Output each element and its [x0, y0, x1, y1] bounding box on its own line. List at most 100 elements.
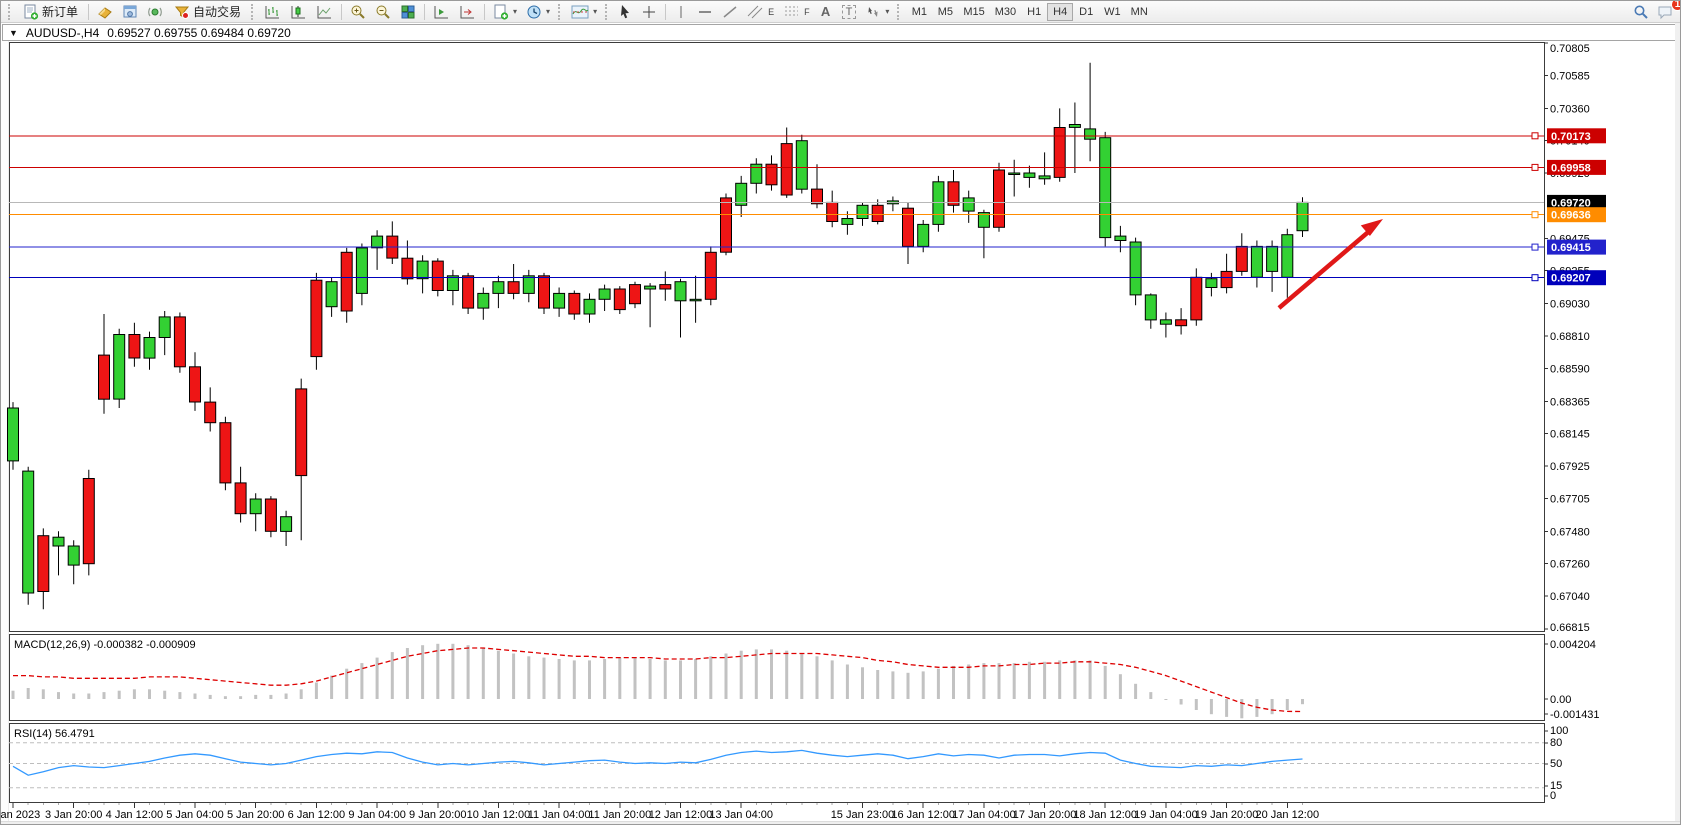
svg-text:0.67260: 0.67260	[1550, 559, 1590, 571]
svg-text:0.70805: 0.70805	[1550, 43, 1590, 55]
auto-trading-icon	[174, 4, 190, 20]
svg-text:0.67480: 0.67480	[1550, 526, 1590, 538]
time-label: 11 Jan 04:00	[528, 809, 591, 821]
rsi-svg: 1008050150RSI(14) 56.4791	[1, 723, 1681, 803]
timeframe-m1[interactable]: M1	[906, 3, 932, 21]
svg-text:0.67040: 0.67040	[1550, 591, 1590, 603]
svg-text:0.00: 0.00	[1550, 694, 1571, 706]
macd-pane[interactable]: 0.0042040.00-0.001431MACD(12,26,9) -0.00…	[1, 634, 1681, 721]
toolbar-grip[interactable]	[8, 4, 13, 20]
text-button[interactable]: A	[815, 2, 837, 22]
candlestick-chart-button[interactable]	[286, 2, 311, 22]
equidistant-channel-button[interactable]: E	[743, 2, 778, 22]
window-right-edge	[1675, 23, 1680, 821]
vertical-line-button[interactable]	[670, 2, 692, 22]
macd-svg: 0.0042040.00-0.001431MACD(12,26,9) -0.00…	[1, 634, 1681, 721]
svg-text:-0.001431: -0.001431	[1550, 709, 1600, 721]
line-handle	[1532, 244, 1538, 250]
cursor-button[interactable]	[614, 2, 636, 22]
svg-text:0.67925: 0.67925	[1550, 461, 1590, 473]
time-label: 6 Jan 12:00	[288, 809, 346, 821]
time-axis[interactable]: 3 Jan 20233 Jan 20:004 Jan 12:005 Jan 04…	[1, 803, 1681, 821]
line-handle	[1532, 212, 1538, 218]
navigator-button[interactable]	[143, 2, 167, 22]
zoom-out-button[interactable]	[371, 2, 395, 22]
chat-button[interactable]: 1	[1653, 2, 1678, 22]
periods-button[interactable]: ▾	[522, 2, 554, 22]
channel-icon	[747, 4, 765, 20]
bar-chart-icon	[264, 4, 281, 20]
chevron-down-icon: ▾	[546, 7, 550, 16]
toolbar-grip[interactable]	[251, 4, 256, 20]
new-order-label: 新订单	[42, 3, 78, 20]
bar-chart-button[interactable]	[260, 2, 285, 22]
indicators-button[interactable]: ▾	[567, 2, 601, 22]
data-window-icon	[122, 4, 138, 20]
timeframe-w1[interactable]: W1	[1099, 3, 1126, 21]
svg-text:0: 0	[1550, 790, 1556, 802]
time-label: 13 Jan 04:00	[709, 809, 773, 821]
data-window-button[interactable]	[118, 2, 142, 22]
time-label: 9 Jan 20:00	[409, 809, 467, 821]
line-chart-icon	[316, 4, 333, 20]
chart-title-bar[interactable]: ▼ AUDUSD-,H4 0.69527 0.69755 0.69484 0.6…	[2, 24, 1680, 41]
toolbar-grip[interactable]	[897, 4, 902, 20]
svg-text:0.69636: 0.69636	[1551, 210, 1591, 222]
indicators-icon	[571, 4, 589, 20]
timeframe-h4[interactable]: H4	[1047, 3, 1073, 21]
rsi-pane[interactable]: 1008050150RSI(14) 56.4791	[1, 723, 1681, 803]
cursor-icon	[618, 4, 632, 20]
auto-scroll-button[interactable]	[429, 2, 454, 22]
line-handle	[1532, 133, 1538, 139]
time-label: 5 Jan 04:00	[166, 809, 224, 821]
time-label: 19 Jan 20:00	[1195, 809, 1259, 821]
timeframe-mn[interactable]: MN	[1126, 3, 1153, 21]
new-order-button[interactable]: 新订单	[17, 2, 84, 22]
tile-windows-button[interactable]	[396, 2, 420, 22]
time-label: 20 Jan 12:00	[1255, 809, 1319, 821]
timeframe-m30[interactable]: M30	[990, 3, 1021, 21]
chevron-down-icon: ▾	[593, 7, 597, 16]
search-button[interactable]	[1629, 2, 1653, 22]
auto-scroll-icon	[433, 4, 450, 20]
market-watch-icon	[97, 4, 113, 20]
time-label: 3 Jan 2023	[1, 809, 40, 821]
crosshair-button[interactable]	[637, 2, 661, 22]
timeframe-d1[interactable]: D1	[1073, 3, 1099, 21]
main-chart-pane[interactable]: 0.708050.705850.703600.701400.699200.694…	[1, 42, 1681, 632]
text-icon: A	[821, 4, 830, 19]
auto-trading-button[interactable]: 自动交易	[168, 2, 247, 22]
timeframe-m15[interactable]: M15	[958, 3, 989, 21]
svg-text:0.69207: 0.69207	[1551, 273, 1591, 285]
macd-label: MACD(12,26,9) -0.000382 -0.000909	[14, 639, 196, 651]
time-label: 18 Jan 12:00	[1073, 809, 1137, 821]
chevron-down-icon: ▾	[513, 7, 517, 16]
toolbar-grip[interactable]	[605, 4, 610, 20]
arrows-button[interactable]: ▾	[861, 2, 893, 22]
axis-price-label: 0.69207	[1547, 270, 1606, 285]
toolbar-grip[interactable]	[558, 4, 563, 20]
text-label-button[interactable]: T	[838, 2, 861, 22]
search-icon	[1633, 4, 1649, 20]
horizontal-line-button[interactable]	[693, 2, 717, 22]
axis-price-label: 0.69415	[1547, 240, 1606, 255]
timeframe-m5[interactable]: M5	[932, 3, 958, 21]
svg-text:0.68810: 0.68810	[1550, 331, 1590, 343]
line-chart-button[interactable]	[312, 2, 337, 22]
chart-ohlc: 0.69527 0.69755 0.69484 0.69720	[107, 26, 291, 40]
chart-shift-button[interactable]	[455, 2, 480, 22]
fibonacci-letter: F	[804, 7, 810, 17]
svg-text:0.68590: 0.68590	[1550, 363, 1590, 375]
time-label: 16 Jan 12:00	[891, 809, 955, 821]
fibonacci-button[interactable]: F	[779, 2, 814, 22]
svg-text:0.70360: 0.70360	[1550, 103, 1590, 115]
svg-text:0.69958: 0.69958	[1551, 162, 1591, 174]
new-chart-button[interactable]: ▾	[489, 2, 521, 22]
time-label: 12 Jan 12:00	[649, 809, 713, 821]
timeframe-h1[interactable]: H1	[1021, 3, 1047, 21]
collapse-triangle-icon[interactable]: ▼	[9, 28, 18, 38]
time-label: 17 Jan 20:00	[1013, 809, 1077, 821]
zoom-in-button[interactable]	[346, 2, 370, 22]
trendline-button[interactable]	[718, 2, 742, 22]
market-watch-button[interactable]	[93, 2, 117, 22]
